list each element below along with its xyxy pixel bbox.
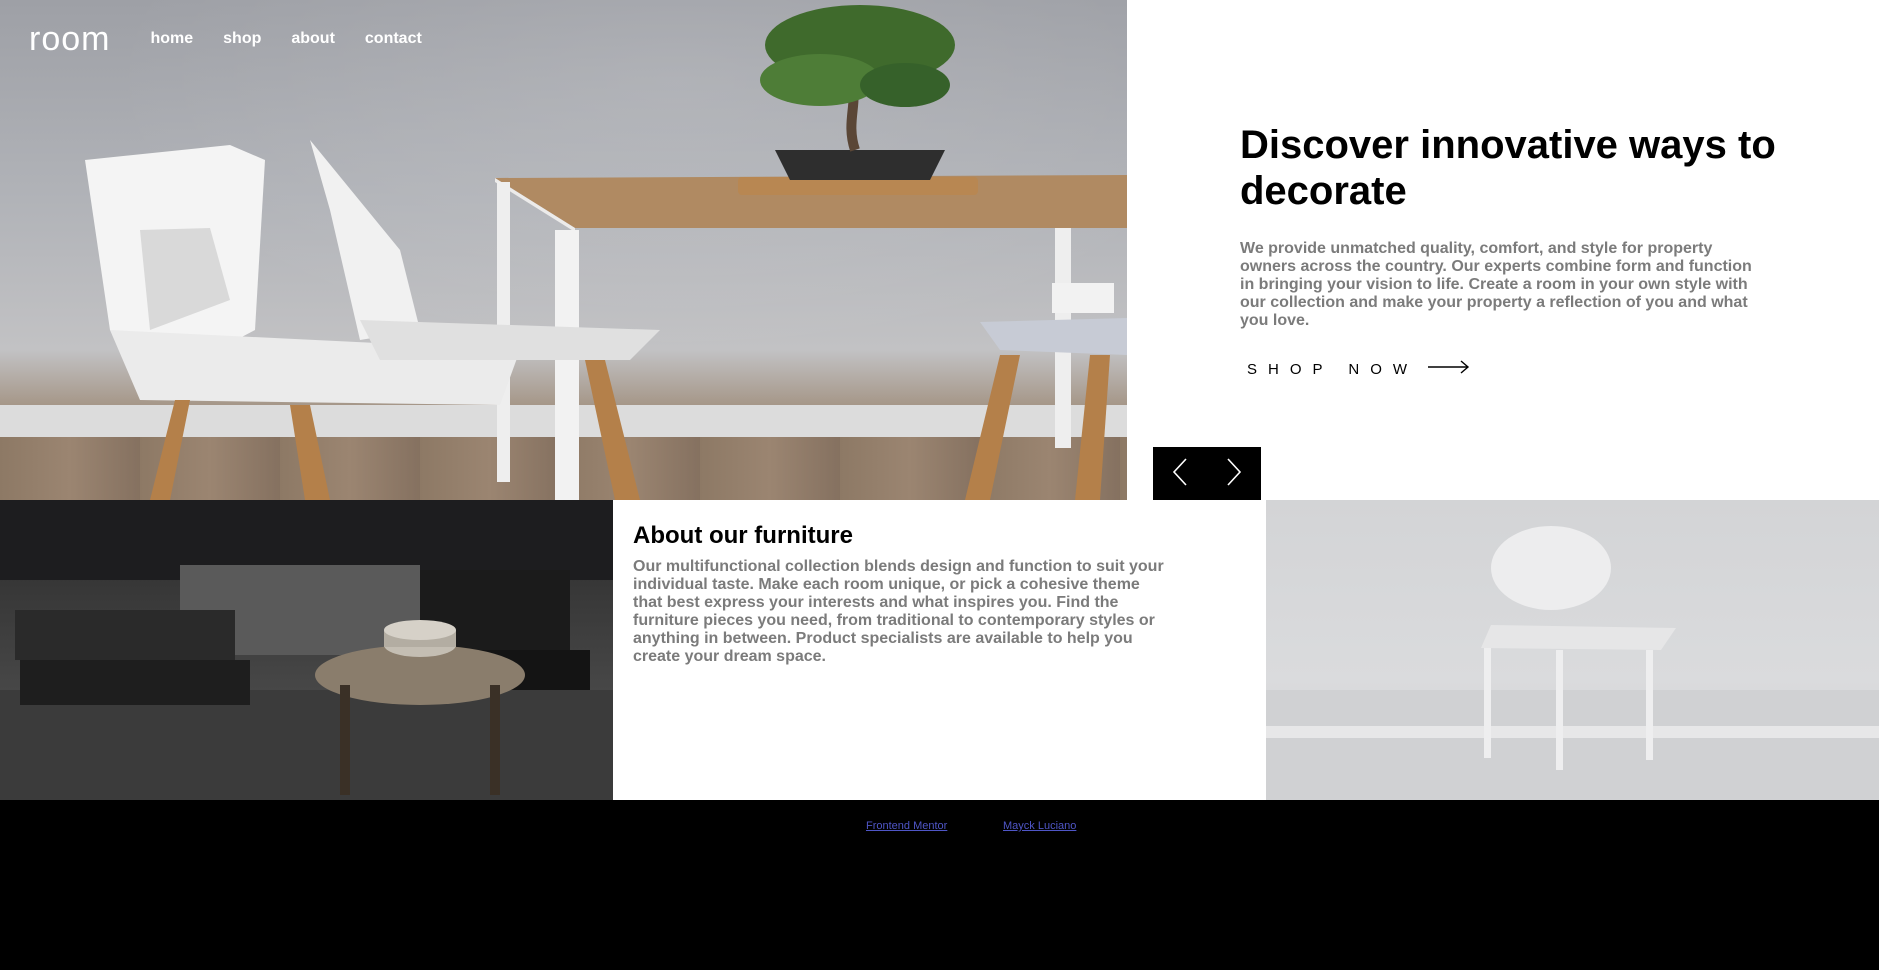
footer: Frontend Mentor Mayck Luciano: [0, 800, 1879, 970]
chair-seat: [360, 320, 660, 360]
nav-link-home[interactable]: home: [150, 30, 193, 48]
wall-outlet: [1052, 283, 1114, 313]
dark-living-room-illustration: [0, 500, 613, 800]
chevron-left-icon: [1172, 458, 1188, 491]
chair-leg: [965, 355, 1020, 500]
floor: [0, 690, 613, 800]
about-image-white-chair: [1266, 500, 1879, 800]
chair-seat: [980, 318, 1127, 355]
nav-link-contact[interactable]: contact: [365, 30, 422, 48]
nav-link-about[interactable]: about: [291, 30, 335, 48]
about-title: About our furniture: [633, 522, 853, 549]
chair-back: [310, 140, 420, 340]
about-description: Our multifunctional collection blends de…: [633, 558, 1164, 665]
chair-leg: [1646, 650, 1653, 760]
shop-now-label: SHOP NOW: [1247, 361, 1419, 378]
bowl: [384, 620, 456, 640]
nav-link-shop[interactable]: shop: [223, 30, 261, 48]
chair-back: [1491, 526, 1611, 610]
chair-leg: [1484, 648, 1491, 758]
slider-controls: [1153, 447, 1261, 502]
arrow-right-icon: [1428, 360, 1470, 379]
chair-leg: [290, 405, 330, 500]
chevron-right-icon: [1226, 458, 1242, 491]
chair-leg: [1556, 650, 1563, 770]
main-nav: room home shop about contact: [29, 22, 452, 56]
footer-link-author[interactable]: Mayck Luciano: [1003, 820, 1076, 832]
bonsai-foliage: [860, 63, 950, 107]
chair-leg: [585, 360, 640, 500]
slider-prev-button[interactable]: [1153, 447, 1207, 502]
shop-now-button[interactable]: SHOP NOW: [1247, 360, 1470, 379]
chair-leg: [1075, 355, 1110, 500]
about-image-dark-living-room: [0, 500, 613, 800]
hero-image-dining-table: [0, 0, 1127, 500]
table-leg: [340, 685, 350, 795]
chair-seat: [1481, 625, 1676, 650]
table-leg: [555, 230, 579, 500]
hero-description: We provide unmatched quality, comfort, a…: [1240, 240, 1752, 329]
page: room home shop about contact Discover in…: [0, 0, 1879, 970]
armchair-back: [15, 610, 235, 660]
bonsai-pot: [775, 150, 945, 180]
hero-title: Discover innovative ways to decorate: [1240, 123, 1776, 213]
armchair-seat: [20, 660, 250, 705]
about-text-panel: About our furniture Our multifunctional …: [613, 500, 1266, 800]
baseboard: [1266, 726, 1879, 738]
white-chair-illustration: [1266, 526, 1879, 800]
logo: room: [29, 20, 111, 58]
hero-text-panel: Discover innovative ways to decorate We …: [1127, 0, 1879, 500]
chair-leg: [150, 400, 190, 500]
dining-scene-illustration: [85, 5, 1127, 500]
slider-next-button[interactable]: [1207, 447, 1261, 502]
table-leg: [490, 685, 500, 795]
floor: [1266, 690, 1879, 800]
footer-link-frontend-mentor[interactable]: Frontend Mentor: [866, 820, 947, 832]
